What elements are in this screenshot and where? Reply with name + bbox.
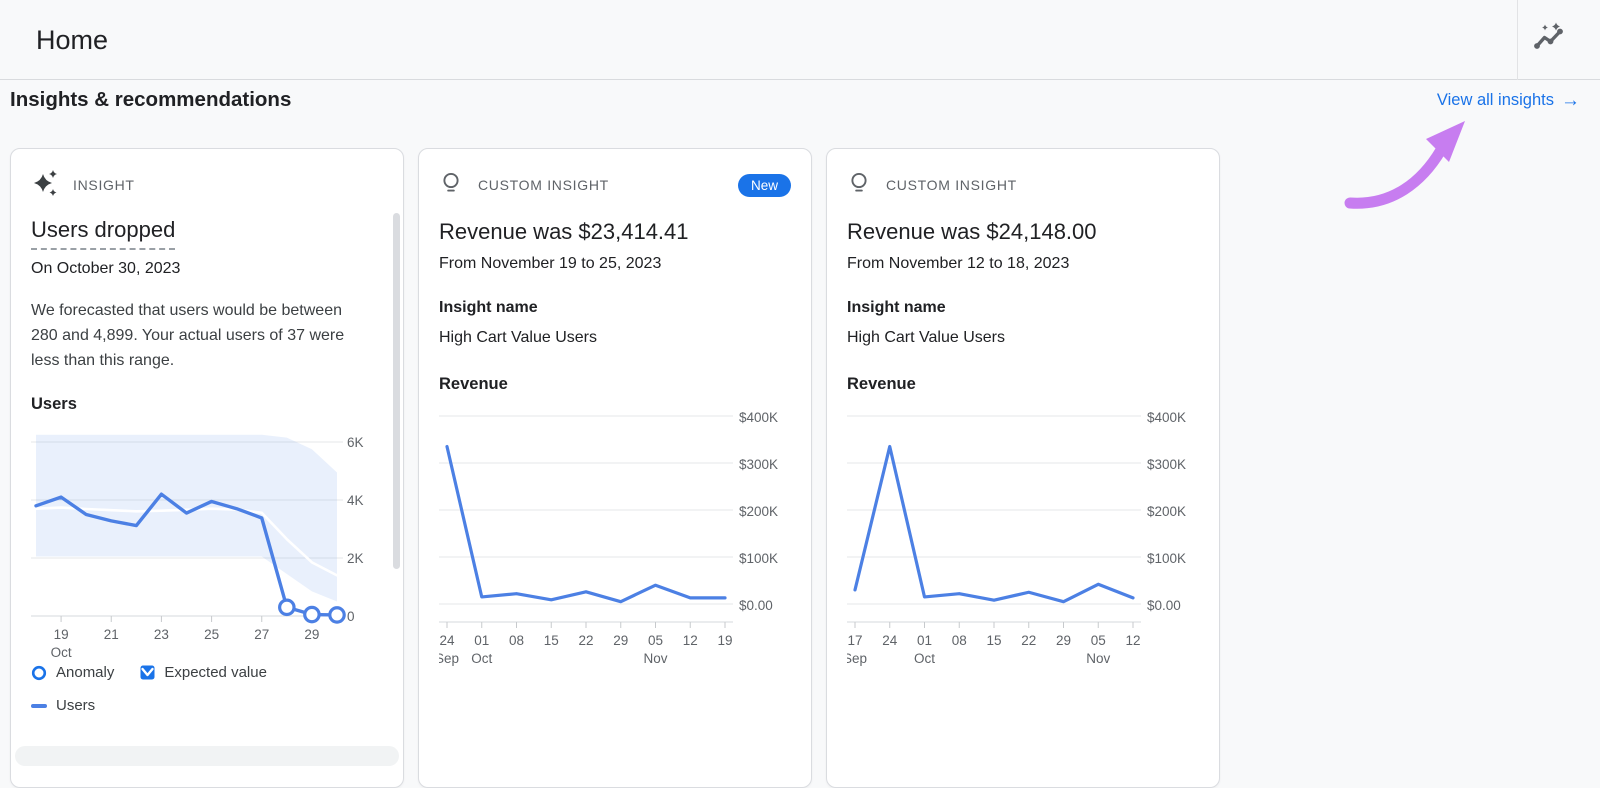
insight-name-label: Insight name	[439, 299, 538, 316]
svg-text:29: 29	[613, 633, 628, 648]
insight-name-value: High Cart Value Users	[439, 329, 597, 346]
insight-date: From November 12 to 18, 2023	[847, 255, 1070, 272]
svg-text:17: 17	[847, 633, 862, 648]
topbar-divider	[1517, 0, 1518, 80]
svg-text:05: 05	[648, 633, 663, 648]
insight-title: Revenue was $24,148.00	[847, 219, 1097, 244]
svg-text:$0.00: $0.00	[739, 598, 773, 613]
insight-card-revenue-nov19-25[interactable]: CUSTOM INSIGHT New Revenue was $23,414.4…	[418, 148, 812, 788]
chart-title: Revenue	[847, 375, 916, 393]
card-tag-label: CUSTOM INSIGHT	[886, 177, 1017, 193]
svg-text:12: 12	[683, 633, 698, 648]
svg-text:Oct: Oct	[914, 651, 935, 666]
insight-title: Revenue was $23,414.41	[439, 219, 689, 244]
svg-text:22: 22	[1021, 633, 1036, 648]
svg-text:29: 29	[1056, 633, 1071, 648]
page-title: Home	[36, 25, 109, 55]
insight-card-users-dropped[interactable]: INSIGHT Users dropped On October 30, 202…	[10, 148, 404, 788]
svg-text:Sep: Sep	[439, 651, 459, 666]
revenue-chart: $400K $300K $200K $100K $0.00 17 Sep 24 01 Oct 08 1…	[847, 410, 1186, 666]
section-heading: Insights & recommendations	[10, 88, 292, 111]
svg-text:Nov: Nov	[643, 651, 667, 666]
lightbulb-icon	[847, 170, 871, 201]
view-all-insights-label: View all insights	[1436, 91, 1554, 109]
svg-text:2K: 2K	[347, 551, 364, 566]
svg-text:08: 08	[952, 633, 967, 648]
svg-text:25: 25	[204, 627, 219, 642]
svg-text:$200K: $200K	[1147, 504, 1186, 519]
svg-text:21: 21	[104, 627, 119, 642]
sparkle-icon	[31, 168, 58, 203]
card-tag-row: INSIGHT	[31, 169, 383, 199]
insight-date: On October 30, 2023	[31, 260, 181, 277]
chart-title: Revenue	[439, 375, 508, 393]
insights-button[interactable]	[1528, 18, 1572, 62]
anomaly-circle-icon	[31, 665, 47, 680]
insight-title[interactable]: Users dropped	[31, 217, 176, 250]
svg-text:22: 22	[578, 633, 593, 648]
chart-legend-row-2: Users	[31, 697, 383, 714]
new-badge: New	[737, 173, 791, 197]
svg-text:15: 15	[544, 633, 559, 648]
svg-text:$400K: $400K	[739, 410, 778, 425]
lightbulb-icon	[439, 170, 463, 201]
card-tag-label: INSIGHT	[73, 177, 135, 193]
svg-text:27: 27	[254, 627, 269, 642]
svg-text:Oct: Oct	[471, 651, 492, 666]
svg-text:Sep: Sep	[847, 651, 867, 666]
insight-card-revenue-nov12-18[interactable]: CUSTOM INSIGHT Revenue was $24,148.00 Fr…	[826, 148, 1220, 788]
svg-text:23: 23	[154, 627, 169, 642]
svg-text:01: 01	[474, 633, 489, 648]
svg-text:$100K: $100K	[1147, 551, 1186, 566]
svg-text:12: 12	[1125, 633, 1140, 648]
svg-text:08: 08	[509, 633, 524, 648]
card-tag-row: CUSTOM INSIGHT New	[439, 171, 791, 199]
svg-text:Oct: Oct	[51, 645, 72, 660]
svg-text:05: 05	[1091, 633, 1106, 648]
insight-date: From November 19 to 25, 2023	[439, 255, 662, 272]
svg-text:24: 24	[439, 633, 455, 648]
card-tag-row: CUSTOM INSIGHT	[847, 171, 1199, 199]
svg-text:24: 24	[882, 633, 898, 648]
svg-text:$400K: $400K	[1147, 410, 1186, 425]
svg-text:6K: 6K	[347, 435, 364, 450]
svg-text:19: 19	[717, 633, 732, 648]
insight-name-value: High Cart Value Users	[847, 329, 1005, 346]
legend-users: Users	[31, 697, 95, 714]
chart-legend-row-1: Anomaly Expected value	[31, 664, 383, 681]
top-bar: Home	[0, 0, 1600, 80]
insights-sparkline-icon	[1531, 22, 1569, 59]
insight-description: We forecasted that users would be betwee…	[31, 302, 345, 369]
legend-expected-value: Expected value	[140, 664, 267, 681]
expected-value-band-icon	[140, 665, 155, 680]
card-scrollbar-thumb[interactable]	[393, 213, 400, 569]
chart-title: Users	[31, 395, 77, 413]
svg-text:Nov: Nov	[1086, 651, 1110, 666]
svg-text:29: 29	[304, 627, 319, 642]
svg-text:$200K: $200K	[739, 504, 778, 519]
legend-anomaly: Anomaly	[31, 664, 114, 681]
svg-text:$300K: $300K	[739, 457, 778, 472]
insight-name-label: Insight name	[847, 299, 946, 316]
purple-annotation-arrow	[1340, 108, 1475, 213]
users-forecast-chart: 6K 4K 2K 0 19 Oct 21 23 25 27 29	[31, 434, 364, 660]
svg-text:$300K: $300K	[1147, 457, 1186, 472]
svg-text:$100K: $100K	[739, 551, 778, 566]
svg-text:4K: 4K	[347, 493, 364, 508]
view-all-insights-link[interactable]: View all insights →	[1437, 91, 1580, 110]
svg-text:01: 01	[917, 633, 932, 648]
svg-text:$0.00: $0.00	[1147, 598, 1181, 613]
insight-cards-row: INSIGHT Users dropped On October 30, 202…	[10, 148, 1220, 788]
revenue-chart: $400K $300K $200K $100K $0.00 24 Sep 01 Oct 08 15 2…	[439, 410, 778, 666]
right-arrow-icon: →	[1561, 90, 1580, 111]
users-line-icon	[31, 703, 47, 708]
card-tag-label: CUSTOM INSIGHT	[478, 177, 609, 193]
svg-text:0: 0	[347, 609, 355, 624]
svg-text:15: 15	[986, 633, 1001, 648]
card-bottom-strip	[15, 746, 399, 766]
svg-text:19: 19	[54, 627, 69, 642]
